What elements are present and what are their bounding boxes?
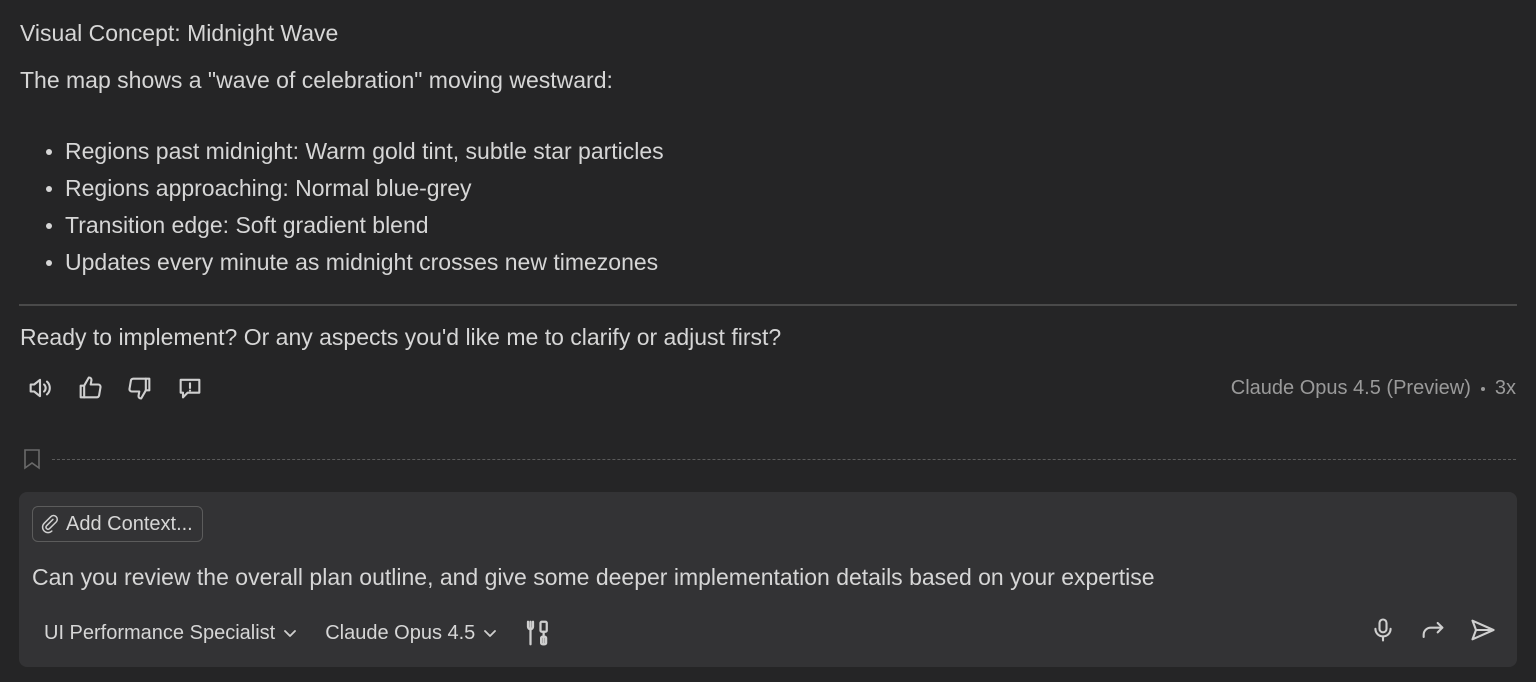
add-context-button[interactable]: Add Context...	[32, 506, 203, 542]
thumbs-up-button[interactable]	[72, 370, 108, 406]
add-context-label: Add Context...	[66, 512, 193, 535]
list-item: Regions past midnight: Warm gold tint, s…	[20, 133, 664, 170]
read-aloud-button[interactable]	[22, 370, 58, 406]
composer-toolbar: UI Performance Specialist Claude Opus 4.…	[44, 618, 553, 648]
thumbs-up-icon	[79, 376, 102, 399]
model-multiplier: 3x	[1494, 377, 1516, 399]
composer-right-tools	[1367, 614, 1499, 646]
list-item: Updates every minute as midnight crosses…	[20, 244, 664, 281]
send-icon	[1471, 619, 1495, 641]
thumbs-down-button[interactable]	[122, 370, 158, 406]
microphone-button[interactable]	[1367, 614, 1399, 646]
checkpoint-divider	[52, 459, 1516, 460]
forward-arrow-icon	[1422, 621, 1444, 639]
microphone-icon	[1374, 618, 1392, 642]
feedback-button[interactable]	[172, 370, 208, 406]
message-intro: The map shows a "wave of celebration" mo…	[20, 67, 613, 93]
chevron-down-icon	[284, 630, 297, 637]
separator-dot	[1480, 386, 1485, 391]
feedback-icon	[179, 378, 201, 399]
bookmark-button[interactable]	[22, 448, 42, 470]
bookmark-icon	[24, 449, 40, 470]
thumbs-down-icon	[128, 377, 151, 400]
agent-mode-dropdown[interactable]: UI Performance Specialist	[44, 622, 297, 645]
send-button[interactable]	[1467, 614, 1499, 646]
message-question: Ready to implement? Or any aspects you'd…	[20, 324, 782, 350]
paperclip-icon	[41, 514, 59, 534]
list-item: Transition edge: Soft gradient blend	[20, 207, 664, 244]
prompt-input[interactable]: Can you review the overall plan outline,…	[32, 564, 1492, 591]
speaker-icon	[29, 378, 51, 398]
chat-composer: Add Context... Can you review the overal…	[19, 492, 1517, 667]
model-select-label: Claude Opus 4.5	[325, 621, 476, 644]
tools-icon	[527, 620, 549, 646]
bullet-list: Regions past midnight: Warm gold tint, s…	[20, 133, 664, 281]
tools-button[interactable]	[523, 618, 553, 648]
message-heading: Visual Concept: Midnight Wave	[20, 20, 339, 46]
divider	[19, 304, 1517, 306]
model-name: Claude Opus 4.5 (Preview)	[1230, 377, 1471, 399]
chevron-down-icon	[484, 630, 497, 637]
model-info: Claude Opus 4.5 (Preview) 3x	[1231, 377, 1516, 400]
forward-button[interactable]	[1417, 614, 1449, 646]
response-actions	[22, 370, 208, 406]
model-dropdown[interactable]: Claude Opus 4.5	[325, 622, 497, 645]
agent-mode-label: UI Performance Specialist	[44, 621, 276, 644]
list-item: Regions approaching: Normal blue-grey	[20, 170, 664, 207]
